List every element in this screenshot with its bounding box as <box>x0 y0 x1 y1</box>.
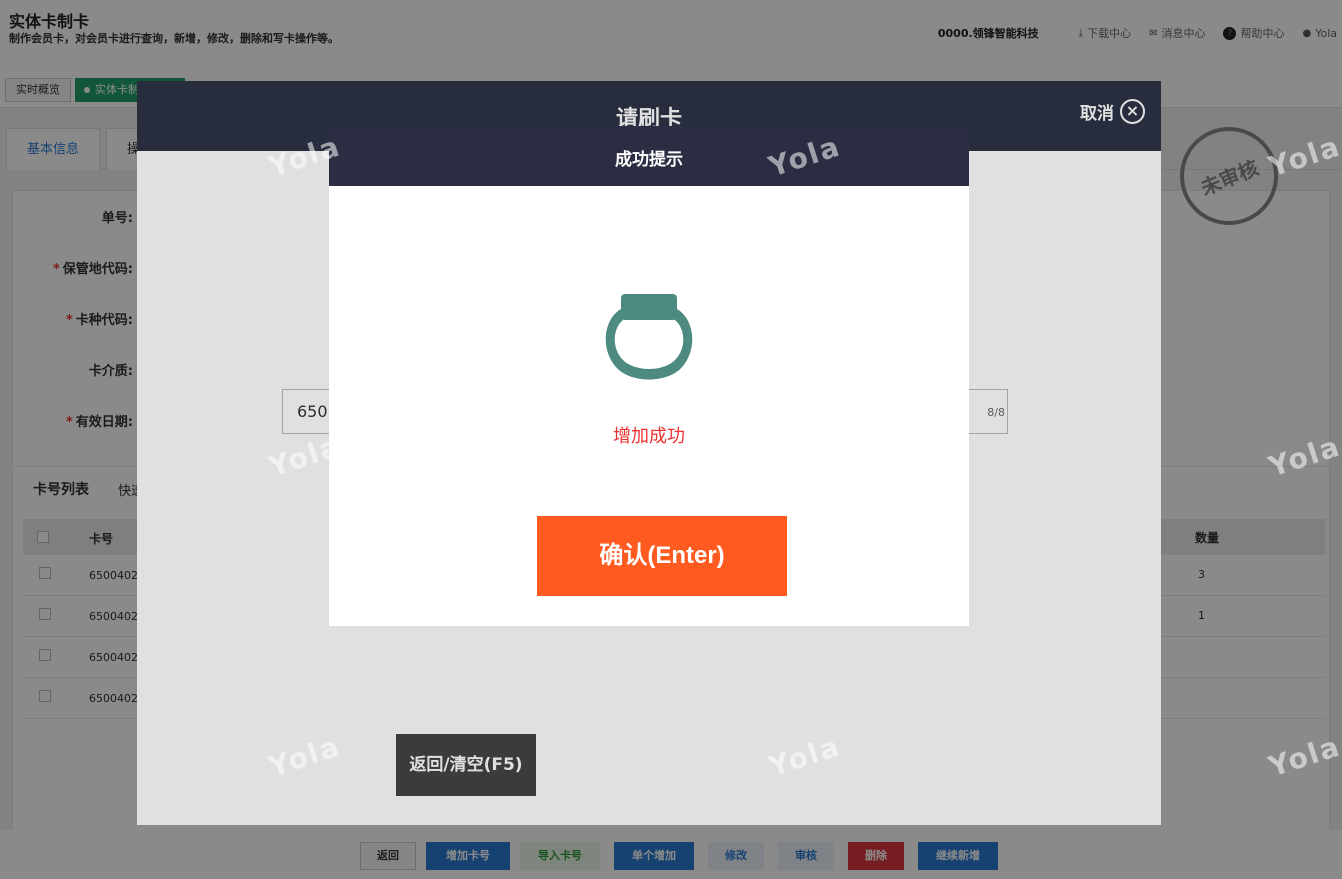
success-modal-header: 成功提示 <box>329 126 969 186</box>
success-message: 增加成功 <box>613 426 685 447</box>
ring-icon <box>605 294 693 380</box>
success-modal: 成功提示 增加成功 确认(Enter) <box>329 126 969 626</box>
confirm-button[interactable]: 确认(Enter) <box>537 516 787 596</box>
success-modal-title: 成功提示 <box>615 150 683 170</box>
